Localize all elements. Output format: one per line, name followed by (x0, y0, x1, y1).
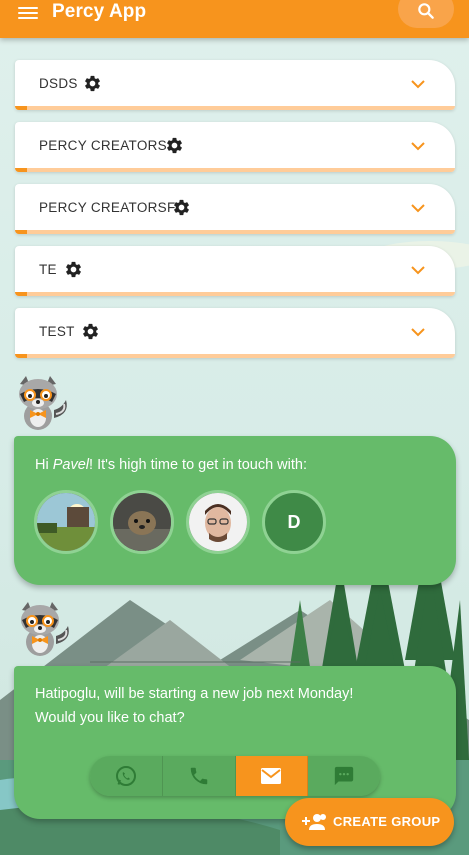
group-name: TEST (39, 324, 75, 339)
email-icon (261, 768, 282, 784)
raccoon-mascot-icon (19, 376, 67, 430)
news-line-1: Hatipoglu, will be starting a new job ne… (35, 686, 354, 702)
group-name: DSDS (39, 76, 78, 91)
group-name: TE (39, 262, 57, 277)
phone-button[interactable] (162, 756, 236, 796)
chevron-down-icon[interactable] (411, 203, 425, 213)
chevron-down-icon[interactable] (411, 79, 425, 89)
gear-icon[interactable] (165, 136, 184, 155)
chevron-down-icon[interactable] (411, 141, 425, 151)
message-icon (334, 766, 354, 786)
landscape-photo-icon (37, 493, 95, 551)
group-name: PERCY CREATORSF (39, 200, 176, 215)
news-text: Hatipoglu, will be starting a new job ne… (35, 682, 353, 730)
raccoon-mascot-icon (21, 602, 69, 656)
gear-icon[interactable] (83, 74, 102, 93)
group-card-te[interactable]: TE (15, 246, 455, 296)
news-line-2: Would you like to chat? (35, 710, 185, 726)
app-bar: Percy App (0, 0, 469, 38)
person-photo-icon (189, 493, 247, 551)
search-icon (418, 3, 434, 19)
email-button[interactable] (235, 756, 309, 796)
group-card-test[interactable]: TEST (15, 308, 455, 358)
contact-avatar[interactable] (186, 490, 250, 554)
news-card: Hatipoglu, will be starting a new job ne… (14, 666, 456, 819)
greeting-text: Hi (35, 457, 53, 473)
app-title: Percy App (52, 1, 147, 22)
group-card-percy-creators[interactable]: PERCY CREATORS (15, 122, 455, 172)
contact-initial: D (287, 511, 301, 532)
chevron-down-icon[interactable] (411, 327, 425, 337)
contact-avatar[interactable]: D (262, 490, 326, 554)
reminder-message: ! It's high time to get in touch with: (89, 457, 307, 473)
create-group-label: CREATE GROUP (333, 814, 441, 829)
chevron-down-icon[interactable] (411, 265, 425, 275)
search-button[interactable] (398, 0, 454, 28)
contact-action-bar (90, 756, 380, 796)
gear-icon[interactable] (64, 260, 83, 279)
group-card-dsds[interactable]: DSDS (15, 60, 455, 110)
menu-icon[interactable] (18, 4, 38, 20)
contact-avatar[interactable] (110, 490, 174, 554)
phone-icon (190, 767, 207, 785)
create-group-button[interactable]: CREATE GROUP (285, 798, 454, 846)
gear-icon[interactable] (172, 198, 191, 217)
reminder-text: Hi Pavel! It's high time to get in touch… (35, 453, 307, 477)
message-button[interactable] (308, 756, 380, 796)
group-name: PERCY CREATORS (39, 138, 167, 153)
group-card-percy-creatorsf[interactable]: PERCY CREATORSF (15, 184, 455, 234)
group-add-icon (302, 814, 326, 830)
user-name: Pavel (52, 457, 90, 473)
contact-avatar[interactable] (34, 490, 98, 554)
whatsapp-button[interactable] (90, 756, 163, 796)
whatsapp-icon (115, 766, 136, 786)
animal-photo-icon (113, 493, 171, 551)
gear-icon[interactable] (81, 322, 100, 341)
reminder-card: Hi Pavel! It's high time to get in touch… (14, 436, 456, 585)
